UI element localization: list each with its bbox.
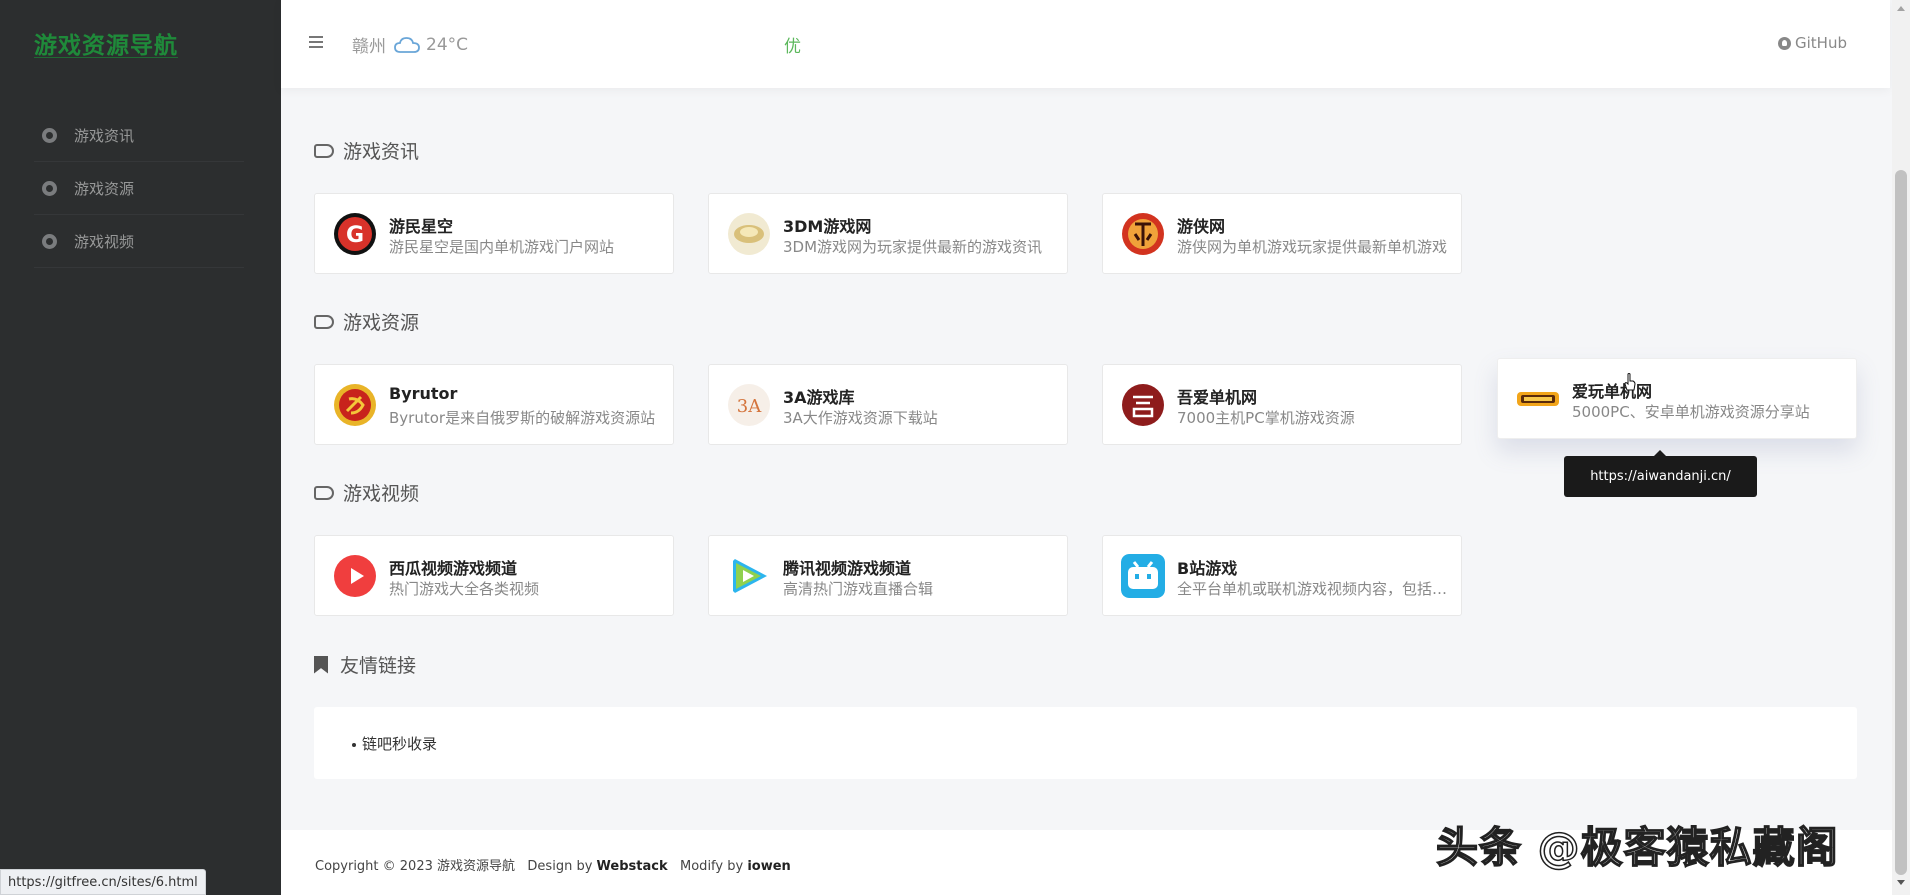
card-description: 3A大作游戏资源下载站 <box>783 409 938 427</box>
sidebar-item-news[interactable]: 游戏资讯 <box>34 110 244 162</box>
tencent-video-logo-icon <box>727 554 771 598</box>
weather-temperature: 24°C <box>426 34 469 55</box>
footer-modify-prefix: Modify by <box>680 859 744 874</box>
card-title: B站游戏 <box>1177 559 1238 578</box>
site-card[interactable]: 爱玩单机网 5000PC、安卓单机游戏资源分享站 <box>1497 358 1857 439</box>
status-bar-url: https://gitfree.cn/sites/6.html <box>0 869 206 895</box>
card-description: 游侠网为单机游戏玩家提供最新单机游戏 <box>1177 238 1448 256</box>
site-card[interactable]: 3DM游戏网 3DM游戏网为玩家提供最新的游戏资讯 <box>708 193 1068 274</box>
card-description: 热门游戏大全各类视频 <box>389 580 540 598</box>
card-title: 腾讯视频游戏频道 <box>783 559 912 578</box>
weather-widget[interactable]: 赣州 24°C <box>352 32 469 58</box>
bookmark-icon <box>314 655 328 674</box>
aiwandanji-logo-icon <box>1516 377 1560 421</box>
site-card[interactable]: 西瓜视频游戏频道 热门游戏大全各类视频 <box>314 535 674 616</box>
chrome-icon <box>42 128 57 143</box>
site-card[interactable]: B站游戏 全平台单机或联机游戏视频内容，包括攻略 <box>1102 535 1462 616</box>
gamersky-logo-icon: G <box>333 212 377 256</box>
section-title-friends: 友情链接 <box>314 651 416 678</box>
sidebar-item-video[interactable]: 游戏视频 <box>34 216 244 268</box>
3dm-logo-icon <box>727 212 771 256</box>
section-title-video: 游戏视频 <box>314 479 419 506</box>
site-card[interactable]: Byrutor Byrutor是来自俄罗斯的破解游戏资源站 <box>314 364 674 445</box>
tag-icon <box>314 485 334 500</box>
bilibili-logo-icon <box>1121 554 1165 598</box>
logo-underline <box>34 57 178 58</box>
card-title: Byrutor <box>389 384 458 403</box>
bullet-icon <box>352 742 356 747</box>
card-title: 游侠网 <box>1177 217 1226 236</box>
scrollbar-thumb[interactable] <box>1895 170 1907 875</box>
hamburger-menu-icon[interactable] <box>309 36 323 48</box>
footer-design-link[interactable]: Webstack <box>597 859 668 874</box>
card-title: 爱玩单机网 <box>1572 382 1653 401</box>
url-tooltip: https://aiwandanji.cn/ <box>1564 450 1757 497</box>
top-header: 赣州 24°C 优 GitHub <box>281 0 1890 88</box>
cloud-icon <box>394 36 420 53</box>
sidebar: 游戏资源导航 游戏资讯 游戏资源 游戏视频 <box>0 0 281 895</box>
github-label: GitHub <box>1795 34 1847 52</box>
52pojie-logo-icon <box>1121 383 1165 427</box>
card-description: 高清热门游戏直播合辑 <box>783 580 934 598</box>
ali213-logo-icon <box>1121 212 1165 256</box>
card-description: 3DM游戏网为玩家提供最新的游戏资讯 <box>783 238 1043 256</box>
svg-text:G: G <box>346 223 364 248</box>
3a-logo-icon: 3A <box>727 383 771 427</box>
card-title: 西瓜视频游戏频道 <box>389 559 518 578</box>
chrome-icon <box>42 181 57 196</box>
scroll-down-arrow-icon[interactable] <box>1897 880 1905 885</box>
card-description: 游民星空是国内单机游戏门户网站 <box>389 238 615 256</box>
weather-city: 赣州 <box>352 37 386 57</box>
site-card[interactable]: 吾爱单机网 7000主机PC掌机游戏资源 <box>1102 364 1462 445</box>
byrutor-logo-icon <box>333 383 377 427</box>
air-quality-badge: 优 <box>784 37 801 57</box>
sidebar-item-label: 游戏资源 <box>74 180 135 198</box>
card-description: Byrutor是来自俄罗斯的破解游戏资源站 <box>389 409 656 427</box>
chrome-icon <box>42 234 57 249</box>
card-title: 吾爱单机网 <box>1177 388 1258 407</box>
ixigua-logo-icon <box>333 554 377 598</box>
card-title: 3DM游戏网 <box>783 217 872 236</box>
tag-icon <box>314 314 334 329</box>
svg-text:3A: 3A <box>737 396 762 417</box>
sidebar-item-resources[interactable]: 游戏资源 <box>34 163 244 215</box>
card-description: 全平台单机或联机游戏视频内容，包括攻略 <box>1177 580 1449 598</box>
scrollbar[interactable] <box>1892 0 1910 895</box>
site-card[interactable]: 3A 3A游戏库 3A大作游戏资源下载站 <box>708 364 1068 445</box>
tag-icon <box>314 143 334 158</box>
card-description: 7000主机PC掌机游戏资源 <box>1177 409 1355 427</box>
sidebar-item-label: 游戏视频 <box>74 233 135 251</box>
site-card[interactable]: 游侠网 游侠网为单机游戏玩家提供最新单机游戏 <box>1102 193 1462 274</box>
footer-design-prefix: Design by <box>527 859 593 874</box>
friend-link[interactable]: 链吧秒收录 <box>352 733 437 754</box>
github-link[interactable]: GitHub <box>1778 34 1890 52</box>
section-title-news: 游戏资讯 <box>314 137 419 164</box>
site-logo[interactable]: 游戏资源导航 <box>34 26 178 60</box>
watermark-text: 头条 @极客猿私藏阁 <box>1435 822 1839 873</box>
sidebar-item-label: 游戏资讯 <box>74 127 135 145</box>
github-icon <box>1778 36 1791 50</box>
footer-text: Copyright © 2023 游戏资源导航 Design by Websta… <box>315 855 791 874</box>
friend-links-box: 链吧秒收录 <box>314 707 1857 779</box>
site-card[interactable]: 腾讯视频游戏频道 高清热门游戏直播合辑 <box>708 535 1068 616</box>
section-title-resources: 游戏资源 <box>314 308 419 335</box>
footer-copyright: Copyright © 2023 游戏资源导航 <box>315 859 516 874</box>
card-title: 3A游戏库 <box>783 388 855 407</box>
card-description: 5000PC、安卓单机游戏资源分享站 <box>1572 403 1810 421</box>
scroll-up-arrow-icon[interactable] <box>1897 6 1905 11</box>
site-card[interactable]: G 游民星空 游民星空是国内单机游戏门户网站 <box>314 193 674 274</box>
hand-cursor-icon <box>1624 373 1636 391</box>
card-title: 游民星空 <box>389 217 454 236</box>
footer-modify-link[interactable]: iowen <box>747 859 790 874</box>
